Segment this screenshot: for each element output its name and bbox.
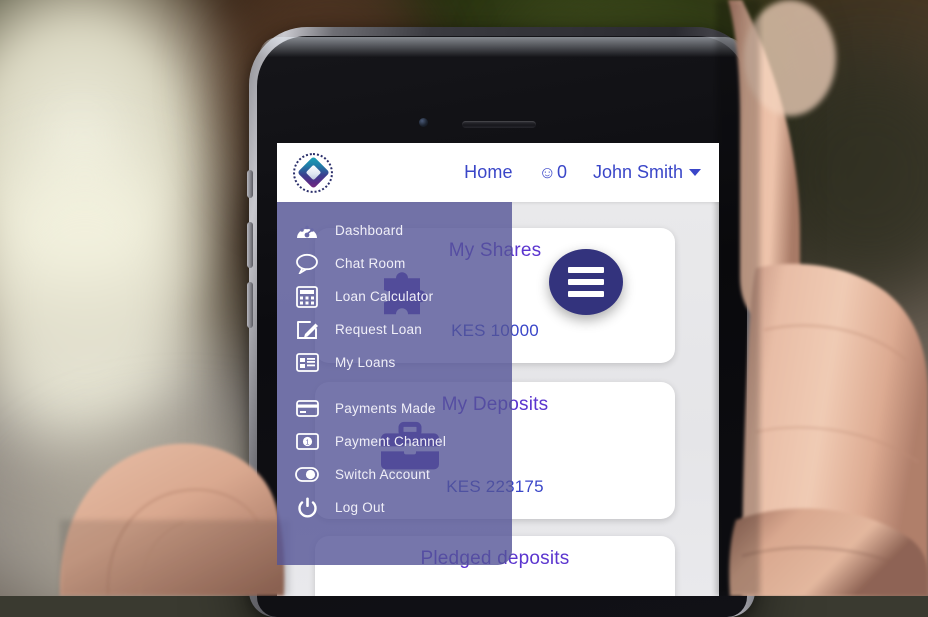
banknote-icon: 1 <box>295 431 319 453</box>
notification-count: 0 <box>557 162 567 183</box>
svg-text:1: 1 <box>305 440 309 447</box>
earpiece-speaker <box>462 121 536 128</box>
sidebar-item-chat-room[interactable]: Chat Room <box>277 247 512 280</box>
user-name-label: John Smith <box>593 162 683 183</box>
sidebar-item-payments-made[interactable]: Payments Made <box>277 392 512 425</box>
sidebar-item-my-loans[interactable]: My Loans <box>277 346 512 379</box>
sidebar-item-label: Log Out <box>335 500 385 515</box>
chat-bubble-icon <box>295 253 319 275</box>
calculator-icon <box>295 286 319 308</box>
power-button[interactable] <box>751 187 757 245</box>
sidebar-item-label: Chat Room <box>335 256 406 271</box>
dashboard-gauge-icon <box>295 220 319 242</box>
user-menu-button[interactable]: John Smith <box>593 162 701 183</box>
sidebar-divider-gap <box>277 379 512 392</box>
sidebar-item-request-loan[interactable]: Request Loan <box>277 313 512 346</box>
list-icon <box>295 352 319 374</box>
phone-screen: Home ☺ 0 John Smith My Shares KES 10000 … <box>277 143 719 596</box>
sidebar-item-dashboard[interactable]: Dashboard <box>277 214 512 247</box>
top-navbar: Home ☺ 0 John Smith <box>277 143 719 202</box>
volume-up-button[interactable] <box>247 222 253 268</box>
sidebar-item-switch-account[interactable]: Switch Account <box>277 458 512 491</box>
sidebar-item-loan-calculator[interactable]: Loan Calculator <box>277 280 512 313</box>
sidebar-item-label: Dashboard <box>335 223 403 238</box>
silent-switch-button[interactable] <box>247 170 253 198</box>
front-camera-icon <box>419 118 428 127</box>
sidebar-item-label: Switch Account <box>335 467 430 482</box>
nav-link-home[interactable]: Home <box>464 162 512 183</box>
bell-icon: ☺ <box>539 164 556 181</box>
sidebar-item-label: My Loans <box>335 355 396 370</box>
credit-card-icon <box>295 398 319 420</box>
power-icon <box>295 497 319 519</box>
diamond-gem-logo-icon[interactable] <box>293 153 333 193</box>
sidebar-drawer: Dashboard Chat Room <box>277 202 512 565</box>
toggle-switch-icon <box>295 464 319 486</box>
sidebar-item-payment-channel[interactable]: 1 Payment Channel <box>277 425 512 458</box>
hamburger-menu-icon[interactable] <box>549 249 623 315</box>
sidebar-item-log-out[interactable]: Log Out <box>277 491 512 524</box>
caret-down-icon <box>689 169 701 176</box>
sidebar-item-label: Payments Made <box>335 401 436 416</box>
sidebar-item-label: Loan Calculator <box>335 289 433 304</box>
sidebar-item-label: Request Loan <box>335 322 422 337</box>
edit-pencil-icon <box>295 319 319 341</box>
notifications-button[interactable]: ☺ 0 <box>539 162 567 183</box>
volume-down-button[interactable] <box>247 282 253 328</box>
navbar-links: Home ☺ 0 John Smith <box>464 162 701 183</box>
sidebar-item-label: Payment Channel <box>335 434 446 449</box>
